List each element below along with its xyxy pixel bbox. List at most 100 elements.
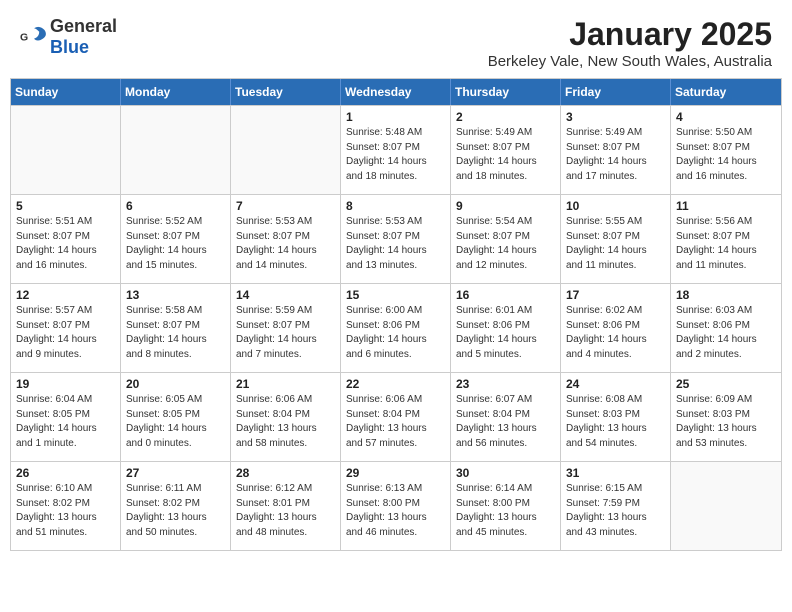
cal-cell: 11Sunrise: 5:56 AM Sunset: 8:07 PM Dayli… xyxy=(671,195,781,283)
cal-cell: 8 Sunrise: 5:53 AM Sunset: 8:07 PM Daylig… xyxy=(341,195,451,283)
day-info: Sunrise: 5:53 AM Sunset: 8:07 PM Dayligh… xyxy=(346,215,445,273)
svg-text:G: G xyxy=(20,32,28,44)
day-info: Sunrise: 5:50 AM Sunset: 8:07 PM Dayligh… xyxy=(676,126,776,184)
cal-header-day: Wednesday xyxy=(341,79,451,105)
cal-cell: 29 Sunrise: 6:13 AM Sunset: 8:00 PM Dayli… xyxy=(341,462,451,550)
day-number: 20 xyxy=(126,377,225,391)
cal-cell: 27 Sunrise: 6:11 AM Sunset: 8:02 PM Dayli… xyxy=(121,462,231,550)
cal-cell: 4 Sunrise: 5:50 AM Sunset: 8:07 PM Daylig… xyxy=(671,106,781,194)
cal-cell: 15Sunrise: 6:00 AM Sunset: 8:06 PM Dayli… xyxy=(341,284,451,372)
day-info: Sunrise: 6:08 AM Sunset: 8:03 PM Dayligh… xyxy=(566,393,665,451)
day-number: 2 xyxy=(456,110,555,124)
day-info: Sunrise: 6:04 AM Sunset: 8:05 PM Dayligh… xyxy=(16,393,115,451)
cal-cell: 13 Sunrise: 5:58 AM Sunset: 8:07 PM Dayli… xyxy=(121,284,231,372)
calendar: SundayMondayTuesdayWednesdayThursdayFrid… xyxy=(10,78,782,551)
day-info: Sunrise: 5:53 AM Sunset: 8:07 PM Dayligh… xyxy=(236,215,335,273)
day-info: Sunrise: 6:11 AM Sunset: 8:02 PM Dayligh… xyxy=(126,482,225,540)
day-number: 18 xyxy=(676,288,776,302)
day-info: Sunrise: 5:57 AM Sunset: 8:07 PM Dayligh… xyxy=(16,304,115,362)
cal-cell: 16Sunrise: 6:01 AM Sunset: 8:06 PM Dayli… xyxy=(451,284,561,372)
day-info: Sunrise: 5:49 AM Sunset: 8:07 PM Dayligh… xyxy=(456,126,555,184)
cal-cell xyxy=(11,106,121,194)
page-header: G General Blue January 2025 Berkeley Val… xyxy=(10,10,782,70)
day-number: 7 xyxy=(236,199,335,213)
cal-cell: 30 Sunrise: 6:14 AM Sunset: 8:00 PM Dayli… xyxy=(451,462,561,550)
day-info: Sunrise: 6:07 AM Sunset: 8:04 PM Dayligh… xyxy=(456,393,555,451)
cal-cell: 26Sunrise: 6:10 AM Sunset: 8:02 PM Dayli… xyxy=(11,462,121,550)
day-number: 9 xyxy=(456,199,555,213)
day-number: 29 xyxy=(346,466,445,480)
day-number: 4 xyxy=(676,110,776,124)
cal-cell: 20Sunrise: 6:05 AM Sunset: 8:05 PM Dayli… xyxy=(121,373,231,461)
day-info: Sunrise: 5:51 AM Sunset: 8:07 PM Dayligh… xyxy=(16,215,115,273)
day-info: Sunrise: 6:03 AM Sunset: 8:06 PM Dayligh… xyxy=(676,304,776,362)
calendar-header: SundayMondayTuesdayWednesdayThursdayFrid… xyxy=(11,79,781,105)
cal-week: 12 Sunrise: 5:57 AM Sunset: 8:07 PM Dayli… xyxy=(11,283,781,372)
day-number: 14 xyxy=(236,288,335,302)
day-info: Sunrise: 6:13 AM Sunset: 8:00 PM Dayligh… xyxy=(346,482,445,540)
cal-cell: 3 Sunrise: 5:49 AM Sunset: 8:07 PM Daylig… xyxy=(561,106,671,194)
day-number: 10 xyxy=(566,199,665,213)
day-number: 24 xyxy=(566,377,665,391)
cal-cell xyxy=(121,106,231,194)
cal-cell: 22Sunrise: 6:06 AM Sunset: 8:04 PM Dayli… xyxy=(341,373,451,461)
cal-cell: 6Sunrise: 5:52 AM Sunset: 8:07 PM Daylig… xyxy=(121,195,231,283)
logo-general-text: General xyxy=(50,16,117,36)
day-number: 6 xyxy=(126,199,225,213)
cal-cell: 14Sunrise: 5:59 AM Sunset: 8:07 PM Dayli… xyxy=(231,284,341,372)
cal-cell: 12 Sunrise: 5:57 AM Sunset: 8:07 PM Dayli… xyxy=(11,284,121,372)
day-info: Sunrise: 5:54 AM Sunset: 8:07 PM Dayligh… xyxy=(456,215,555,273)
day-info: Sunrise: 6:06 AM Sunset: 8:04 PM Dayligh… xyxy=(236,393,335,451)
day-number: 31 xyxy=(566,466,665,480)
cal-cell: 23 Sunrise: 6:07 AM Sunset: 8:04 PM Dayli… xyxy=(451,373,561,461)
cal-cell: 1 Sunrise: 5:48 AM Sunset: 8:07 PM Daylig… xyxy=(341,106,451,194)
day-number: 30 xyxy=(456,466,555,480)
day-info: Sunrise: 6:10 AM Sunset: 8:02 PM Dayligh… xyxy=(16,482,115,540)
logo: G General Blue xyxy=(20,16,117,58)
cal-header-day: Tuesday xyxy=(231,79,341,105)
day-info: Sunrise: 6:14 AM Sunset: 8:00 PM Dayligh… xyxy=(456,482,555,540)
cal-week: 19 Sunrise: 6:04 AM Sunset: 8:05 PM Dayli… xyxy=(11,372,781,461)
cal-header-day: Monday xyxy=(121,79,231,105)
day-number: 19 xyxy=(16,377,115,391)
day-number: 27 xyxy=(126,466,225,480)
day-info: Sunrise: 5:48 AM Sunset: 8:07 PM Dayligh… xyxy=(346,126,445,184)
cal-header-day: Thursday xyxy=(451,79,561,105)
cal-cell: 31Sunrise: 6:15 AM Sunset: 7:59 PM Dayli… xyxy=(561,462,671,550)
page-title: January 2025 xyxy=(488,16,772,53)
logo-blue-text: Blue xyxy=(50,37,89,57)
day-info: Sunrise: 6:02 AM Sunset: 8:06 PM Dayligh… xyxy=(566,304,665,362)
cal-cell: 18 Sunrise: 6:03 AM Sunset: 8:06 PM Dayli… xyxy=(671,284,781,372)
day-info: Sunrise: 5:58 AM Sunset: 8:07 PM Dayligh… xyxy=(126,304,225,362)
day-number: 1 xyxy=(346,110,445,124)
day-info: Sunrise: 5:56 AM Sunset: 8:07 PM Dayligh… xyxy=(676,215,776,273)
cal-cell: 25 Sunrise: 6:09 AM Sunset: 8:03 PM Dayli… xyxy=(671,373,781,461)
cal-cell: 9 Sunrise: 5:54 AM Sunset: 8:07 PM Daylig… xyxy=(451,195,561,283)
page-subtitle: Berkeley Vale, New South Wales, Australi… xyxy=(488,53,772,70)
day-info: Sunrise: 6:09 AM Sunset: 8:03 PM Dayligh… xyxy=(676,393,776,451)
cal-cell: 21Sunrise: 6:06 AM Sunset: 8:04 PM Dayli… xyxy=(231,373,341,461)
cal-cell: 5 Sunrise: 5:51 AM Sunset: 8:07 PM Daylig… xyxy=(11,195,121,283)
cal-cell: 24 Sunrise: 6:08 AM Sunset: 8:03 PM Dayli… xyxy=(561,373,671,461)
cal-week: 5 Sunrise: 5:51 AM Sunset: 8:07 PM Daylig… xyxy=(11,194,781,283)
day-number: 23 xyxy=(456,377,555,391)
day-number: 8 xyxy=(346,199,445,213)
day-number: 13 xyxy=(126,288,225,302)
day-info: Sunrise: 6:01 AM Sunset: 8:06 PM Dayligh… xyxy=(456,304,555,362)
cal-header-day: Saturday xyxy=(671,79,781,105)
day-number: 3 xyxy=(566,110,665,124)
cal-cell: 28Sunrise: 6:12 AM Sunset: 8:01 PM Dayli… xyxy=(231,462,341,550)
day-number: 5 xyxy=(16,199,115,213)
day-info: Sunrise: 5:49 AM Sunset: 8:07 PM Dayligh… xyxy=(566,126,665,184)
title-block: January 2025 Berkeley Vale, New South Wa… xyxy=(488,16,772,70)
day-number: 25 xyxy=(676,377,776,391)
cal-cell xyxy=(671,462,781,550)
day-number: 28 xyxy=(236,466,335,480)
day-number: 15 xyxy=(346,288,445,302)
cal-header-day: Sunday xyxy=(11,79,121,105)
cal-cell: 19 Sunrise: 6:04 AM Sunset: 8:05 PM Dayli… xyxy=(11,373,121,461)
cal-week: 1 Sunrise: 5:48 AM Sunset: 8:07 PM Daylig… xyxy=(11,105,781,194)
cal-cell xyxy=(231,106,341,194)
cal-cell: 10Sunrise: 5:55 AM Sunset: 8:07 PM Dayli… xyxy=(561,195,671,283)
day-number: 12 xyxy=(16,288,115,302)
